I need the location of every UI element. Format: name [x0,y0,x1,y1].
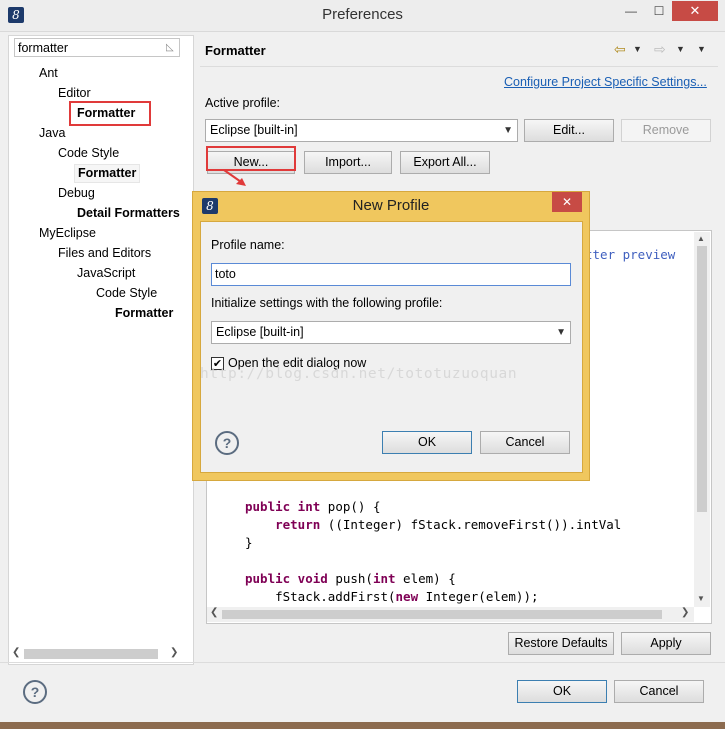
tree-item-javascript[interactable]: JavaScript [77,266,135,280]
edit-button[interactable]: Edit... [524,119,614,142]
preview-hscroll-thumb[interactable] [222,610,662,619]
ok-button[interactable]: OK [517,680,607,703]
preview-comment: tter preview [585,247,676,262]
tree-item-files-and-editors[interactable]: Files and Editors [58,246,151,260]
code-line: public int pop() { [245,499,381,514]
remove-button[interactable]: Remove [621,119,711,142]
tree-item-debug[interactable]: Debug [58,186,95,200]
chevron-down-icon: ▼ [503,125,513,136]
active-profile-value: Eclipse [built-in] [210,123,298,137]
tree-item-java-code-style[interactable]: Code Style [58,146,119,160]
dialog-cancel-button[interactable]: Cancel [480,431,570,454]
filter-input[interactable]: formatter [14,38,180,57]
tree-item-detail-formatters[interactable]: Detail Formatters [77,206,183,220]
scroll-left-icon[interactable]: ❮ [12,647,20,658]
tree-item-ant[interactable]: Ant [39,66,58,80]
minimize-button[interactable]: — [617,0,645,22]
import-button[interactable]: Import... [304,151,392,174]
scroll-right-icon[interactable]: ❯ [681,607,689,618]
tree-item-java[interactable]: Java [39,126,65,140]
profile-name-input[interactable]: toto [211,263,571,286]
profile-name-label: Profile name: [211,238,285,252]
tree-item-ant-editor[interactable]: Editor [58,86,91,100]
apply-button[interactable]: Apply [621,632,711,655]
restore-defaults-button[interactable]: Restore Defaults [508,632,614,655]
dialog-close-button[interactable]: ✕ [552,192,582,212]
page-title: Formatter [205,43,266,58]
back-menu-icon[interactable]: ▼ [633,44,642,54]
scroll-down-icon[interactable]: ▼ [697,594,705,603]
scroll-right-icon[interactable]: ❯ [170,647,178,658]
clear-filter-icon[interactable]: ◺ [166,42,178,54]
back-arrow-icon[interactable]: ⇦ [614,41,626,58]
code-line: fStack.addFirst(new Integer(elem)); [245,589,539,604]
dialog-title: New Profile [352,197,430,214]
preference-tree-panel [8,35,194,665]
tree-item-myeclipse[interactable]: MyEclipse [39,226,96,240]
forward-arrow-icon[interactable]: ⇨ [654,41,666,58]
red-arrow-icon [223,169,246,186]
forward-menu-icon[interactable]: ▼ [676,44,685,54]
active-profile-select[interactable]: Eclipse [built-in] ▼ [205,119,518,142]
watermark-text: http://blog.csdn.net/tototuzuoquan [200,366,518,382]
tree-horizontal-scrollbar[interactable] [24,649,158,659]
configure-project-settings-link[interactable]: Configure Project Specific Settings... [504,75,707,89]
active-profile-label: Active profile: [205,96,281,110]
code-line: } [245,535,253,550]
scroll-left-icon[interactable]: ❮ [210,607,218,618]
tree-item-js-code-style[interactable]: Code Style [96,286,157,300]
dialog-help-icon[interactable]: ? [215,431,239,455]
tree-item-js-formatter[interactable]: Formatter [115,306,173,320]
window-close-button[interactable]: ✕ [672,1,718,21]
init-profile-select[interactable]: Eclipse [built-in] ▼ [211,321,571,344]
scroll-up-icon[interactable]: ▲ [697,234,705,243]
init-settings-label: Initialize settings with the following p… [211,296,443,310]
bottom-separator [0,662,725,663]
tree-item-java-formatter[interactable]: Formatter [74,164,141,183]
header-separator [200,66,718,67]
code-line: return ((Integer) fStack.removeFirst()).… [275,517,622,532]
maximize-button[interactable]: ☐ [645,0,673,22]
export-all-button[interactable]: Export All... [400,151,490,174]
preview-scroll-thumb[interactable] [697,246,707,512]
taskbar [0,722,725,729]
help-icon[interactable]: ? [23,680,47,704]
chevron-down-icon: ▼ [556,327,566,338]
cancel-button[interactable]: Cancel [614,680,704,703]
code-line: public void push(int elem) { [245,571,456,586]
dialog-ok-button[interactable]: OK [382,431,472,454]
view-menu-icon[interactable]: ▼ [697,44,706,54]
tree-item-ant-formatter[interactable]: Formatter [77,106,135,120]
init-profile-value: Eclipse [built-in] [216,325,304,339]
